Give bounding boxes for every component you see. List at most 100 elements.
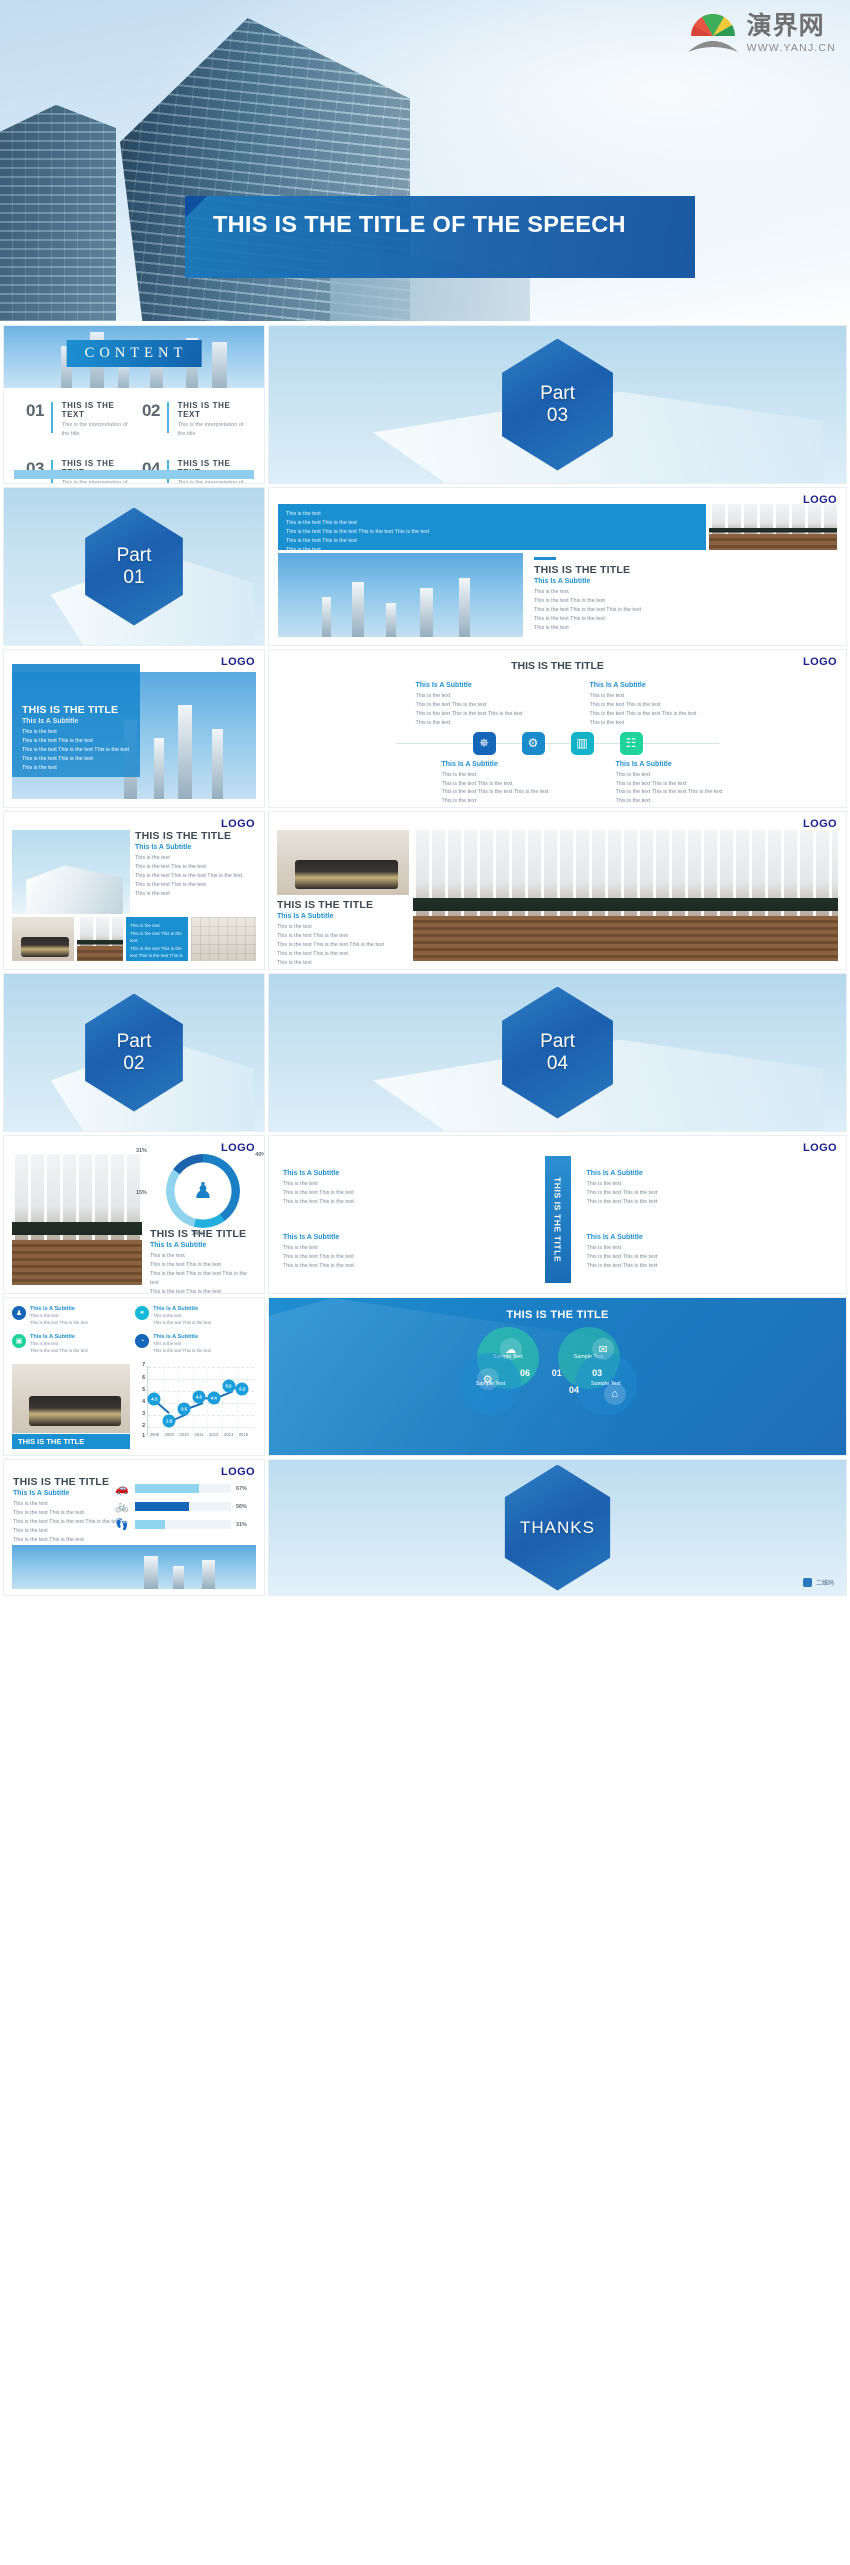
icon-glyph: ⚙ bbox=[482, 1373, 493, 1386]
part-number: 01 bbox=[123, 566, 145, 588]
plot-area: 4.3 2.5 3.5 4.5 4.4 5.5 5.2 2008 2009 20… bbox=[147, 1366, 254, 1437]
block-subtitle: This Is A Subtitle bbox=[589, 682, 646, 689]
slide-part-02[interactable]: Part 02 bbox=[4, 974, 264, 1131]
slide-title: THIS IS THE TITLE bbox=[22, 704, 119, 716]
icon-glyph: ⌂ bbox=[611, 1388, 618, 1401]
skyline-tower bbox=[420, 588, 434, 637]
y-tick: 1 bbox=[142, 1433, 145, 1440]
interior-photo bbox=[277, 830, 409, 895]
slide-title: THIS IS THE TITLE bbox=[135, 830, 232, 842]
skyline-tower bbox=[385, 603, 396, 637]
content-item-01[interactable]: 01 THIS IS THE TEXT This is the interpre… bbox=[26, 401, 134, 439]
content-hero-photo: CONTENT bbox=[4, 326, 264, 388]
slide-thanks[interactable]: THANKS 二维码 bbox=[269, 1460, 846, 1595]
grid-row-4: LOGO THIS IS THE TITLE This Is A Subtitl… bbox=[4, 812, 846, 969]
bar-chart-icon[interactable]: ▥ bbox=[570, 731, 594, 755]
slide-vertical-title[interactable]: LOGO This Is A Subtitle This is the text… bbox=[269, 1136, 846, 1293]
rainbow-fan-icon bbox=[685, 8, 741, 60]
skyline-tower bbox=[351, 581, 364, 637]
x-tick: 2015 bbox=[238, 1432, 249, 1437]
qrcode-icon bbox=[802, 1578, 812, 1587]
slide-part-03[interactable]: Part 03 bbox=[269, 326, 846, 483]
icon-glyph: ⚙ bbox=[527, 736, 539, 751]
city-photo bbox=[278, 553, 523, 637]
content-heading: CONTENT bbox=[66, 340, 202, 367]
slide-bar-chart[interactable]: LOGO THIS IS THE TITLE This Is A Subtitl… bbox=[4, 1460, 264, 1595]
bicycle-icon: 🚲 bbox=[115, 1501, 129, 1513]
block-subtitle: This Is A Subtitle bbox=[586, 1233, 643, 1241]
cloud-icon: ☁ bbox=[499, 1338, 522, 1361]
grid-row-7: ♟ This Is A Subtitle This is the text Th… bbox=[4, 1298, 846, 1455]
grid-row-5: Part 02 Part 04 bbox=[4, 974, 846, 1131]
block-body: This is the text This is the text This i… bbox=[415, 693, 523, 726]
slide-logo: LOGO bbox=[221, 656, 255, 668]
skyline-tower bbox=[202, 1559, 216, 1589]
slide-features-line-chart[interactable]: ♟ This Is A Subtitle This is the text Th… bbox=[4, 1298, 264, 1455]
item-number: 01 bbox=[26, 401, 44, 420]
vtext-block-2: This Is A Subtitle This is the text This… bbox=[587, 1168, 833, 1207]
icon-strip: ✵ ⚙ ▥ ☷ bbox=[269, 731, 846, 755]
item-title: THIS IS THE TEXT bbox=[61, 401, 115, 419]
grid-row-6: LOGO ♟ 31% 40% 15% 14% THI bbox=[4, 1136, 846, 1293]
slide-part-04[interactable]: Part 04 bbox=[269, 974, 846, 1131]
slide-gallery-right[interactable]: LOGO THIS IS THE TITLE This Is A Subtitl… bbox=[269, 812, 846, 969]
skyline-tower bbox=[153, 738, 164, 799]
bar-row-bicycle: 🚲 56% bbox=[114, 1500, 256, 1513]
x-tick: 2009 bbox=[164, 1432, 174, 1437]
bar-chart: 🚗 67% 🚲 56% 👣 31% bbox=[114, 1482, 256, 1536]
block-subtitle: This Is A Subtitle bbox=[615, 760, 672, 768]
content-item-02[interactable]: 02 THIS IS THE TEXT This is the interpre… bbox=[142, 401, 250, 439]
globe-icon[interactable]: ✵ bbox=[472, 731, 496, 755]
skyline-tower bbox=[177, 705, 192, 799]
slide-blue-title-photo[interactable]: LOGO THIS IS THE TITLE This Is A Subtitl… bbox=[4, 650, 264, 807]
grid-row-2: Part 01 LOGO This is the text This is th… bbox=[4, 488, 846, 645]
interior-photo bbox=[12, 917, 74, 961]
donut-label-40: 40% bbox=[255, 1152, 264, 1158]
panel-body: This is the text This is the text This i… bbox=[130, 923, 183, 966]
skyline-tower bbox=[143, 1556, 158, 1589]
y-tick: 4 bbox=[142, 1398, 145, 1405]
data-point: 3.5 bbox=[177, 1402, 191, 1416]
file-icon: ▣ bbox=[12, 1334, 26, 1348]
gear-icon[interactable]: ⚙ bbox=[521, 731, 545, 755]
part-number: 04 bbox=[546, 1052, 569, 1074]
part-word: Part bbox=[540, 383, 575, 405]
document-icon[interactable]: ☷ bbox=[619, 731, 643, 755]
slide-body: This is the text This is the text This i… bbox=[22, 729, 130, 771]
slide-gallery-left[interactable]: LOGO THIS IS THE TITLE This Is A Subtitl… bbox=[4, 812, 264, 969]
city-photo bbox=[12, 1545, 256, 1589]
gear-icon: ⚙ bbox=[476, 1368, 499, 1391]
slide-donut-chart[interactable]: LOGO ♟ 31% 40% 15% 14% THI bbox=[4, 1136, 264, 1293]
bar-value: 31% bbox=[236, 1521, 247, 1528]
slide-body: This is the text This is the text This i… bbox=[277, 924, 385, 966]
slide-content[interactable]: CONTENT 01 THIS IS THE TEXT This is the … bbox=[4, 326, 264, 483]
bar-track bbox=[135, 1502, 231, 1511]
bar-row-walk: 👣 31% bbox=[114, 1518, 256, 1531]
vtext-block-1: This Is A Subtitle This is the text This… bbox=[283, 1168, 529, 1207]
stair-photo bbox=[12, 1154, 142, 1285]
bar-track bbox=[135, 1520, 231, 1529]
slide-subtitle: This Is A Subtitle bbox=[534, 578, 591, 585]
vertical-title-text: THIS IS THE TITLE bbox=[552, 1176, 563, 1263]
x-tick: 2012 bbox=[209, 1432, 219, 1437]
part-word: Part bbox=[540, 1031, 575, 1053]
venn-number-04: 04 bbox=[569, 1385, 580, 1396]
people-icon: ♟ bbox=[12, 1306, 26, 1320]
bar-fill bbox=[135, 1520, 165, 1529]
slide-part-01[interactable]: Part 01 bbox=[4, 488, 264, 645]
title-rule bbox=[534, 557, 556, 560]
cover-slide: 演界网 WWW.YANJ.CN THIS IS THE TITLE OF THE… bbox=[0, 0, 850, 321]
slide-icon-timeline[interactable]: LOGO THIS IS THE TITLE This Is A Subtitl… bbox=[269, 650, 846, 807]
slide-subtitle: This Is A Subtitle bbox=[22, 718, 79, 725]
slide-venn-diagram[interactable]: THIS IS THE TITLE Sample Text Sample Tex… bbox=[269, 1298, 846, 1455]
bar-value: 67% bbox=[236, 1485, 247, 1492]
item-title: THIS IS THE TEXT bbox=[177, 401, 231, 419]
slide-text-photo-a[interactable]: LOGO This is the text This is the text T… bbox=[269, 488, 846, 645]
thanks-hexagon-badge: THANKS bbox=[504, 1464, 611, 1591]
brand-name-cn: 演界网 bbox=[746, 12, 825, 40]
feature-body: This is the text This is the text This i… bbox=[30, 1341, 88, 1354]
skyline-tower bbox=[173, 1566, 185, 1589]
icon-glyph: ▥ bbox=[576, 736, 588, 751]
slide-body: This is the text This is the text This i… bbox=[135, 855, 243, 897]
feature-body: This is the text This is the text This i… bbox=[153, 1341, 211, 1354]
